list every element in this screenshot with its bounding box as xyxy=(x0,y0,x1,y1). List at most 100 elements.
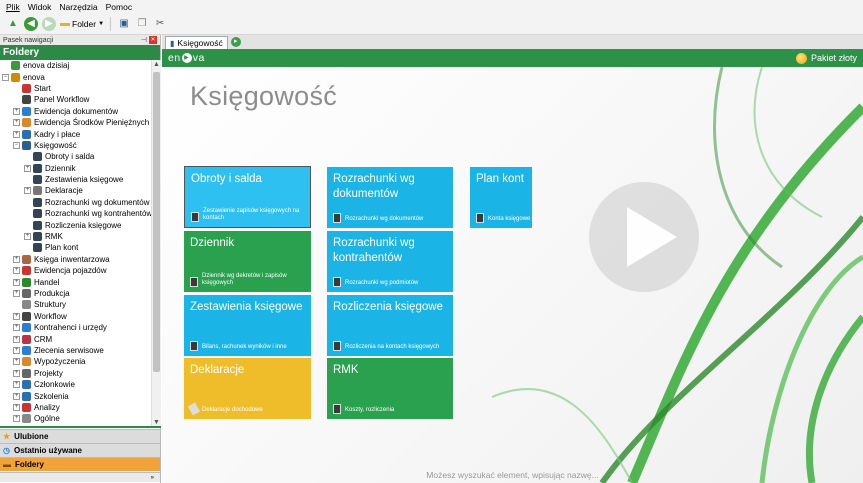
expand-icon[interactable]: + xyxy=(13,403,20,411)
menu-widok[interactable]: Widok xyxy=(28,2,52,12)
tile-rozrach_dok[interactable]: Rozrachunki wg dokumentów Rozrachunki wg … xyxy=(327,167,453,228)
tree-item[interactable]: + Dziennik xyxy=(0,163,151,174)
menu-plik[interactable]: Plik xyxy=(6,2,20,12)
tree-item[interactable]: + Księga inwentarzowa xyxy=(0,254,151,265)
tree-item[interactable]: + Kontrahenci i urzędy xyxy=(0,322,151,333)
tile-title: Deklaracje xyxy=(190,364,245,376)
expand-icon[interactable]: + xyxy=(24,233,31,241)
expand-icon[interactable]: + xyxy=(13,324,20,332)
tile-dziennik[interactable]: Dziennik Dziennik wg dekretów i zapisów k… xyxy=(184,231,311,292)
tile-rozliczenia[interactable]: Rozliczenia księgowe Rozliczenia na konta… xyxy=(327,295,453,356)
tree-scrollbar[interactable]: ▲ ▼ xyxy=(151,60,161,428)
dashboard-canvas: Księgowość Obroty i salda Zestawienie zap… xyxy=(162,67,863,483)
tree-item[interactable]: + Analizy xyxy=(0,402,151,413)
expand-icon[interactable]: + xyxy=(13,346,20,354)
tree-item[interactable]: Rozrachunki wg dokumentów xyxy=(0,197,151,208)
up-arrow-icon[interactable]: ▲ xyxy=(6,17,20,31)
back-icon[interactable]: ◀ xyxy=(24,16,38,31)
tree-item[interactable]: Obroty i salda xyxy=(0,151,151,162)
splitter[interactable] xyxy=(0,426,161,428)
tree-item[interactable]: Rozliczenia księgowe xyxy=(0,219,151,230)
tree-item[interactable]: Start xyxy=(0,83,151,94)
window-icon[interactable]: ▣ xyxy=(117,17,131,31)
tree-item[interactable]: + RMK xyxy=(0,231,151,242)
ulubione-button[interactable]: ★ Ulubione xyxy=(0,429,160,443)
tree-item-label: Plan kont xyxy=(45,243,79,253)
tree-item[interactable]: + Deklaracje xyxy=(0,185,151,196)
tile-obroty[interactable]: Obroty i salda Zestawienie zapisów księgo… xyxy=(184,166,311,228)
tile-plan[interactable]: Plan kont Konta księgowe xyxy=(470,167,532,228)
declaration-icon xyxy=(33,186,42,196)
menu-pomoc[interactable]: Pomoc xyxy=(106,2,132,12)
menu-narzedzia[interactable]: Narzędzia xyxy=(59,2,97,12)
tile-rmk[interactable]: RMK Koszty, rozliczenia xyxy=(327,358,453,419)
tree-item[interactable]: + Ewidencja pojazdów xyxy=(0,265,151,276)
expand-icon[interactable]: + xyxy=(24,187,31,195)
pin-icon[interactable]: ⊣ xyxy=(141,36,147,44)
pakiet-badge[interactable]: Pakiet złoty xyxy=(795,52,857,64)
copy-icon[interactable]: ❐ xyxy=(135,17,149,31)
tree-item[interactable]: + Kadry i płace xyxy=(0,128,151,139)
tree-item[interactable]: enova dzisiaj xyxy=(0,60,151,71)
foldery-button[interactable]: ▬ Foldery xyxy=(0,457,160,471)
expand-icon[interactable]: + xyxy=(13,130,20,138)
tree-item[interactable]: + Projekty xyxy=(0,368,151,379)
expand-icon[interactable]: + xyxy=(13,335,20,343)
tree-item[interactable]: − enova xyxy=(0,71,151,82)
tile-subtitle: Rozrachunki wg podmiotów xyxy=(333,277,418,287)
tree-item[interactable]: Plan kont xyxy=(0,242,151,253)
expand-icon[interactable]: + xyxy=(13,255,20,263)
expand-icon[interactable]: + xyxy=(13,119,20,127)
scroll-up-icon[interactable]: ▲ xyxy=(152,60,161,70)
tree-item[interactable]: Panel Workflow xyxy=(0,94,151,105)
tree-item[interactable]: + Zlecenia serwisowe xyxy=(0,345,151,356)
tree-item[interactable]: Struktury xyxy=(0,299,151,310)
tree-item[interactable]: + Handel xyxy=(0,276,151,287)
tree-item[interactable]: + Ewidencja Środków Pieniężnych xyxy=(0,117,151,128)
add-tab-icon[interactable]: ▸ xyxy=(230,37,241,47)
tools-icon[interactable]: ✂ xyxy=(153,17,167,31)
folders-header: Foldery xyxy=(0,45,160,60)
tree-item-label: Handel xyxy=(34,277,60,287)
expand-icon[interactable]: + xyxy=(13,415,20,423)
chevron-right-icon[interactable]: » xyxy=(151,475,154,481)
expand-icon[interactable]: + xyxy=(13,267,20,275)
tile-deklaracje[interactable]: Deklaracje Deklaracje dochodowe xyxy=(184,358,311,419)
tree-item[interactable]: + Workflow xyxy=(0,311,151,322)
expand-icon[interactable]: + xyxy=(24,164,31,172)
expand-icon[interactable]: + xyxy=(13,290,20,297)
close-icon[interactable]: ✕ xyxy=(149,36,157,44)
tree-item[interactable]: + CRM xyxy=(0,333,151,344)
tree-item[interactable]: + Członkowie xyxy=(0,379,151,390)
ledger-icon xyxy=(33,152,42,162)
collapse-icon[interactable]: − xyxy=(2,73,9,81)
scrollbar-thumb[interactable] xyxy=(153,72,160,372)
tile-rozrach_kontr[interactable]: Rozrachunki wg kontrahentów Rozrachunki w… xyxy=(327,231,453,292)
tile-zestawienia[interactable]: Zestawienia księgowe Bilans, rachunek wyn… xyxy=(184,295,311,356)
expand-icon[interactable]: + xyxy=(13,392,20,400)
expand-icon[interactable]: + xyxy=(13,381,20,389)
expand-icon[interactable]: + xyxy=(13,358,20,366)
coin-icon xyxy=(795,52,807,64)
book-icon xyxy=(333,277,341,287)
tile-title: Plan kont xyxy=(476,173,524,185)
nav-options-bar[interactable]: » xyxy=(0,472,160,482)
tab-ksiegowosc[interactable]: ▮ Księgowość xyxy=(165,36,228,49)
tree-item[interactable]: + Szkolenia xyxy=(0,390,151,401)
tree-item[interactable]: + Produkcja xyxy=(0,288,151,299)
expand-icon[interactable]: + xyxy=(13,369,20,377)
tree-item[interactable]: + Ogólne xyxy=(0,413,151,424)
tree-item[interactable]: − Księgowość xyxy=(0,140,151,151)
cart-icon xyxy=(22,277,31,287)
expand-icon[interactable]: + xyxy=(13,312,20,320)
forward-icon[interactable]: ▶ xyxy=(42,16,56,31)
tree-item[interactable]: Rozrachunki wg kontrahentów xyxy=(0,208,151,219)
ostatnio-uzywane-button[interactable]: ◷ Ostatnio używane xyxy=(0,443,160,457)
tree-item[interactable]: + Ewidencja dokumentów xyxy=(0,106,151,117)
expand-icon[interactable]: + xyxy=(13,107,20,115)
collapse-icon[interactable]: − xyxy=(13,141,20,149)
expand-icon[interactable]: + xyxy=(13,278,20,286)
tree-item[interactable]: + Wypożyczenia xyxy=(0,356,151,367)
folder-button[interactable]: ▬ Folder ▼ xyxy=(60,18,104,29)
tree-item[interactable]: Zestawienia księgowe xyxy=(0,174,151,185)
